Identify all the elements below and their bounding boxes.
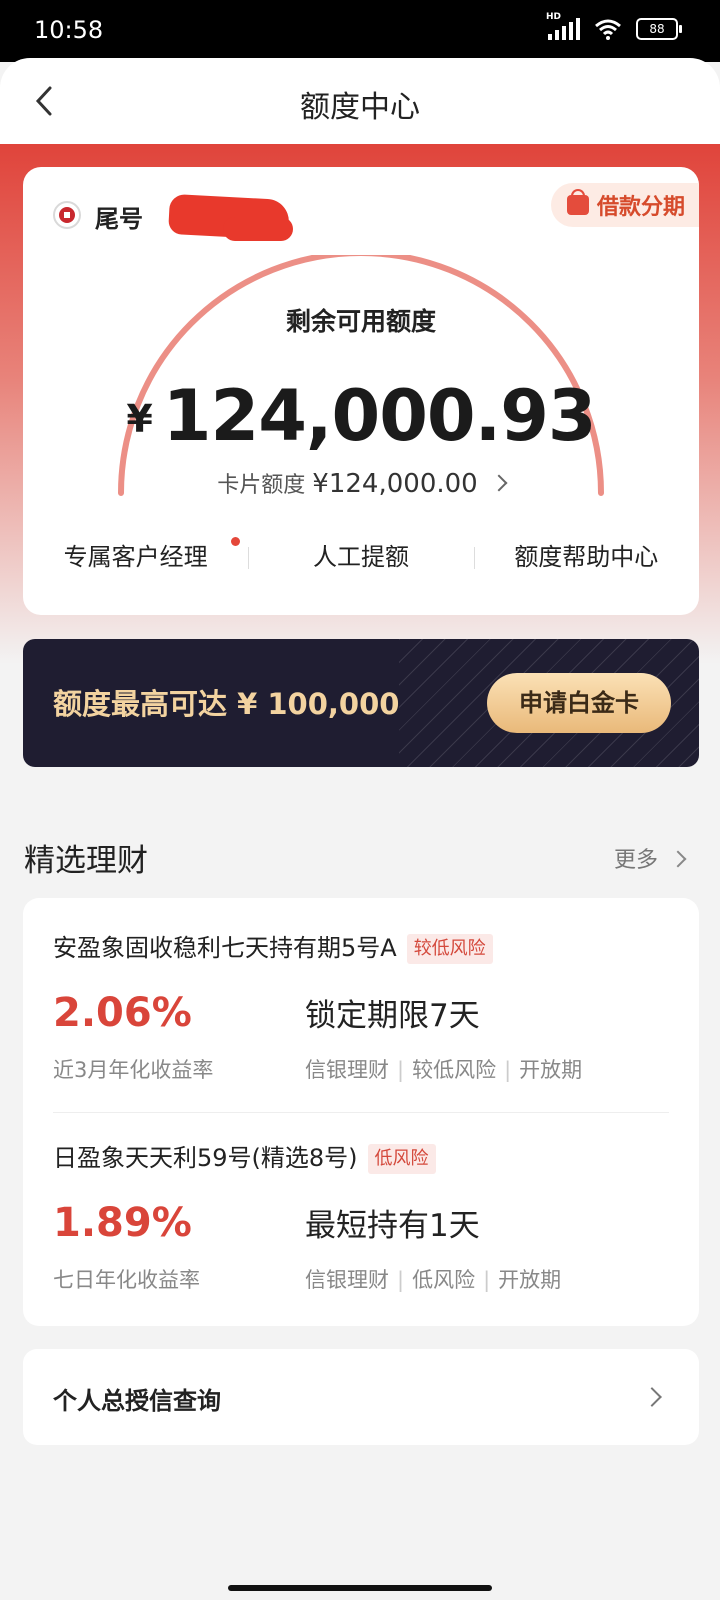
redaction-mark — [223, 217, 293, 241]
divider — [53, 1112, 669, 1113]
credit-limit-card: 尾号 借款分期 剩余可用额度 ¥124,000.93 卡片额度 ¥124,000… — [23, 167, 699, 615]
status-icons: HD 88 — [546, 12, 682, 40]
risk-badge: 低风险 — [367, 1144, 436, 1174]
wealth-section-title: 精选理财 — [24, 843, 148, 879]
quick-links: 专属客户经理 人工提额 额度帮助中心 — [23, 537, 699, 577]
wifi-icon — [595, 19, 621, 40]
product-term: 最短持有1天 — [305, 1208, 480, 1244]
chevron-right-icon — [642, 1387, 662, 1407]
product-rate: 1.89% — [53, 1200, 192, 1246]
product-name-row: 日盈象天天利59号(精选8号) 低风险 — [53, 1138, 436, 1174]
wealth-products-card: 安盈象固收稳利七天持有期5号A 较低风险 2.06% 近3月年化收益率 锁定期限7… — [23, 898, 699, 1326]
risk-badge: 较低风险 — [406, 934, 493, 964]
account-manager-link[interactable]: 专属客户经理 — [23, 537, 248, 577]
card-tail-label: 尾号 — [95, 205, 143, 233]
product-tags: 信银理财 低风险 开放期 — [305, 1264, 561, 1294]
product-rate-label: 近3月年化收益率 — [53, 1058, 214, 1082]
product-tag: 信银理财 — [305, 1058, 389, 1082]
manual-increase-link[interactable]: 人工提额 — [248, 537, 473, 577]
product-tag: 开放期 — [496, 1054, 582, 1084]
product-item[interactable]: 安盈象固收稳利七天持有期5号A 较低风险 2.06% 近3月年化收益率 锁定期限7… — [53, 928, 669, 1118]
loan-installment-label: 借款分期 — [596, 195, 685, 220]
product-rate: 2.06% — [53, 990, 192, 1036]
available-limit-label: 剩余可用额度 — [285, 307, 436, 336]
product-tags: 信银理财 较低风险 开放期 — [305, 1054, 582, 1084]
card-limit-label: 卡片额度 — [217, 473, 306, 498]
app-header: 额度中心 — [0, 58, 720, 144]
bank-logo-icon — [53, 201, 81, 229]
product-item[interactable]: 日盈象天天利59号(精选8号) 低风险 1.89% 七日年化收益率 最短持有1天 … — [53, 1138, 669, 1328]
more-label: 更多 — [613, 848, 658, 873]
chevron-right-icon — [490, 474, 508, 492]
wealth-more-link[interactable]: 更多 — [613, 842, 687, 874]
card-limit-value: ¥124,000.00 — [312, 469, 478, 499]
product-tag: 信银理财 — [305, 1268, 389, 1292]
product-term: 锁定期限7天 — [305, 998, 480, 1034]
status-bar: 10:58 HD 88 — [0, 0, 720, 62]
available-amount-value: 124,000.93 — [162, 375, 597, 457]
account-manager-label: 专属客户经理 — [63, 543, 208, 571]
credit-query-label: 个人总授信查询 — [53, 1387, 221, 1415]
limit-help-label: 额度帮助中心 — [514, 543, 659, 571]
chevron-right-icon — [669, 850, 687, 868]
product-tag: 低风险 — [389, 1264, 475, 1294]
available-limit-amount: ¥124,000.93 — [23, 375, 699, 457]
gift-icon — [566, 189, 589, 215]
card-limit-link[interactable]: 卡片额度 ¥124,000.00 — [23, 467, 699, 499]
status-time: 10:58 — [34, 16, 104, 44]
apply-platinum-button[interactable]: 申请白金卡 — [487, 673, 671, 733]
network-type-label: HD — [546, 12, 562, 22]
platinum-card-banner[interactable]: 额度最高可达 ¥ 100,000 申请白金卡 — [23, 639, 699, 767]
manual-increase-label: 人工提额 — [312, 543, 409, 571]
product-tag: 较低风险 — [389, 1054, 496, 1084]
platinum-banner-text: 额度最高可达 ¥ 100,000 — [53, 687, 400, 721]
notification-dot — [231, 537, 241, 546]
cellular-signal-icon: HD — [546, 12, 580, 40]
product-tag: 开放期 — [475, 1264, 561, 1294]
battery-icon: 88 — [636, 18, 682, 40]
product-name: 日盈象天天利59号(精选8号) — [53, 1144, 358, 1172]
limit-help-link[interactable]: 额度帮助中心 — [473, 537, 699, 577]
home-indicator[interactable] — [228, 1585, 492, 1591]
credit-query-row[interactable]: 个人总授信查询 — [23, 1349, 699, 1445]
product-name-row: 安盈象固收稳利七天持有期5号A 较低风险 — [53, 928, 493, 964]
page-title: 额度中心 — [300, 90, 420, 125]
product-name: 安盈象固收稳利七天持有期5号A — [53, 934, 397, 962]
product-rate-label: 七日年化收益率 — [53, 1268, 200, 1292]
currency-symbol: ¥ — [126, 397, 153, 441]
loan-installment-button[interactable]: 借款分期 — [550, 183, 699, 227]
